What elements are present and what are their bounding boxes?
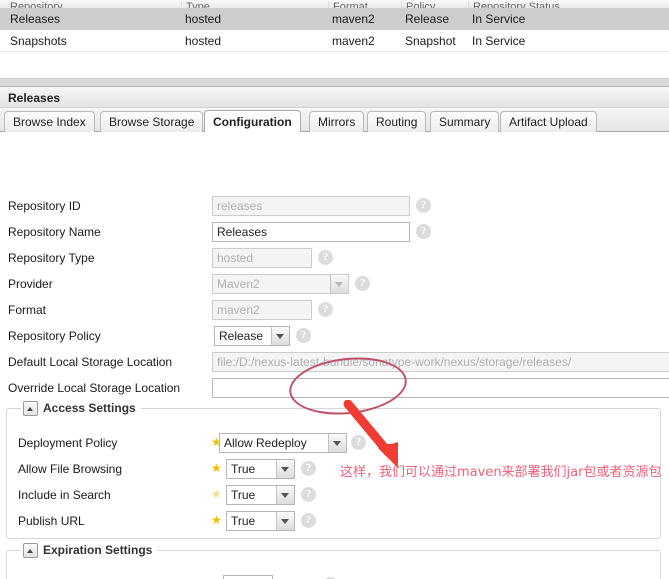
field-row-repository-name: Repository Name ★ ?	[0, 220, 669, 246]
tab-browse-index[interactable]: Browse Index	[4, 111, 95, 132]
cell-repository-format: maven2	[332, 34, 375, 48]
cell-repository-type: hosted	[185, 34, 222, 48]
cell-repository-status: In Service	[472, 34, 526, 48]
provider-dropdown[interactable]: Maven2	[212, 274, 349, 294]
repository-grid: Repository Type Format Policy Repository…	[0, 0, 669, 79]
allow-file-browsing-value: True	[231, 462, 256, 476]
tab-configuration[interactable]: Configuration	[204, 110, 301, 132]
field-row-default-storage: Default Local Storage Location	[0, 350, 669, 376]
required-star-icon: ★	[211, 461, 222, 475]
label-allow-file-browsing: Allow File Browsing	[18, 462, 123, 476]
help-icon[interactable]: ?	[416, 198, 431, 213]
help-icon[interactable]: ?	[318, 302, 333, 317]
tab-summary[interactable]: Summary	[430, 111, 500, 132]
access-settings-title: Access Settings	[43, 401, 136, 415]
repository-type-input[interactable]	[212, 248, 312, 268]
help-icon[interactable]: ?	[355, 276, 370, 291]
deployment-policy-value: Allow Redeploy	[224, 436, 307, 450]
help-icon[interactable]: ?	[318, 250, 333, 265]
cell-repository-policy: Release	[405, 12, 450, 26]
deployment-policy-dropdown[interactable]: Allow Redeploy	[219, 433, 347, 453]
chevron-down-icon	[276, 460, 294, 478]
chevron-down-icon	[276, 512, 294, 530]
repository-policy-dropdown[interactable]: Release	[214, 326, 290, 346]
panel-divider	[0, 79, 669, 86]
override-storage-input[interactable]	[212, 378, 669, 398]
field-row-include-in-search: Include in Search ★ True ?	[0, 483, 669, 509]
label-format: Format	[8, 303, 47, 317]
repository-policy-value: Release	[219, 329, 264, 343]
help-icon[interactable]: ?	[351, 435, 366, 450]
label-default-storage: Default Local Storage Location	[8, 355, 173, 369]
default-storage-input[interactable]	[212, 352, 669, 372]
format-input[interactable]	[212, 300, 312, 320]
collapse-toggle-icon[interactable]	[23, 400, 38, 416]
help-icon[interactable]: ?	[301, 461, 316, 476]
configuration-form: Repository ID ★ ? Repository Name ★ ? Re…	[0, 132, 669, 579]
label-include-in-search: Include in Search	[18, 488, 111, 502]
repository-name-input[interactable]	[212, 222, 410, 242]
tab-routing[interactable]: Routing	[367, 111, 427, 132]
cell-repository-name: Releases	[10, 12, 61, 26]
chevron-down-icon	[276, 486, 294, 504]
grid-empty-area	[0, 52, 669, 77]
table-row[interactable]: Snapshots hosted maven2 Snapshot In Serv…	[0, 30, 669, 52]
required-star-icon: ★	[211, 513, 222, 527]
tab-browse-storage[interactable]: Browse Storage	[100, 111, 204, 132]
include-in-search-value: True	[231, 488, 256, 502]
field-row-override-storage: Override Local Storage Location	[0, 376, 669, 402]
table-row[interactable]: Releases hosted maven2 Release In Servic…	[0, 8, 669, 30]
field-row-repository-type: Repository Type ★ ?	[0, 246, 669, 272]
help-icon[interactable]: ?	[296, 328, 311, 343]
annotation-text: 这样，我们可以通过maven来部署我们jar包或者资源包	[340, 465, 662, 480]
cell-repository-type: hosted	[185, 12, 222, 26]
cell-repository-name: Snapshots	[10, 34, 67, 48]
repository-detail-panel: Releases Browse Index Browse Storage Con…	[0, 86, 669, 579]
publish-url-value: True	[231, 514, 256, 528]
cell-repository-status: In Service	[472, 12, 526, 26]
label-deployment-policy: Deployment Policy	[18, 436, 118, 450]
label-repository-policy: Repository Policy	[8, 329, 101, 343]
provider-value: Maven2	[217, 277, 260, 291]
chevron-down-icon	[271, 327, 289, 345]
cell-repository-format: maven2	[332, 12, 375, 26]
publish-url-dropdown[interactable]: True	[226, 511, 295, 531]
field-row-format: Format ★ ?	[0, 298, 669, 324]
field-row-publish-url: Publish URL ★ True ?	[0, 509, 669, 535]
label-repository-name: Repository Name	[8, 225, 101, 239]
allow-file-browsing-dropdown[interactable]: True	[226, 459, 295, 479]
include-in-search-dropdown[interactable]: True	[226, 485, 295, 505]
label-repository-id: Repository ID	[8, 199, 81, 213]
access-settings-legend: Access Settings	[21, 400, 141, 416]
collapse-toggle-icon[interactable]	[23, 542, 38, 558]
help-icon[interactable]: ?	[301, 513, 316, 528]
tab-mirrors[interactable]: Mirrors	[309, 111, 365, 132]
help-icon[interactable]: ?	[416, 224, 431, 239]
not-found-cache-ttl-input[interactable]	[223, 575, 273, 579]
help-icon[interactable]: ?	[301, 487, 316, 502]
required-star-icon: ★	[211, 487, 222, 501]
cell-repository-policy: Snapshot	[405, 34, 456, 48]
chevron-down-icon	[330, 275, 348, 293]
tab-artifact-upload[interactable]: Artifact Upload	[500, 111, 597, 132]
panel-header: Releases	[0, 87, 669, 108]
field-row-deployment-policy: Deployment Policy ★ Allow Redeploy ?	[0, 431, 669, 457]
field-row-not-found-cache-ttl: Not Found Cache TTL ★ minutes ?	[0, 573, 669, 579]
field-row-repository-id: Repository ID ★ ?	[0, 194, 669, 220]
field-row-repository-policy: Repository Policy ★ Release ?	[0, 324, 669, 350]
label-repository-type: Repository Type	[8, 251, 95, 265]
label-publish-url: Publish URL	[18, 514, 85, 528]
repository-id-input[interactable]	[212, 196, 410, 216]
label-provider: Provider	[8, 277, 53, 291]
tab-bar: Browse Index Browse Storage Configuratio…	[0, 109, 669, 132]
field-row-provider: Provider ★ Maven2 ?	[0, 272, 669, 298]
page-title: Releases	[8, 91, 61, 105]
chevron-down-icon	[328, 434, 346, 452]
expiration-settings-legend: Expiration Settings	[21, 542, 158, 558]
label-override-storage: Override Local Storage Location	[8, 381, 181, 395]
expiration-settings-title: Expiration Settings	[43, 543, 153, 557]
